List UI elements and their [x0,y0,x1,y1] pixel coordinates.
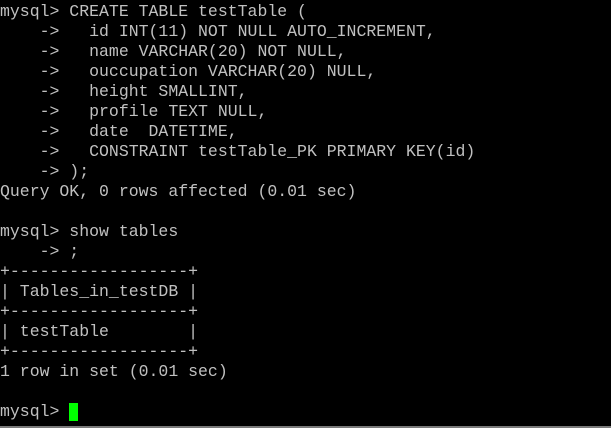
window-bottom-edge [0,426,611,435]
query-result-message: Query OK, 0 rows affected (0.01 sec) [0,182,357,201]
console-line: -> ); [0,162,90,181]
console-line: -> profile TEXT NULL, [0,102,268,121]
text-cursor [69,403,79,421]
console-line: -> height SMALLINT, [0,82,248,101]
console-line: -> CONSTRAINT testTable_PK PRIMARY KEY(i… [0,142,476,161]
result-table-header: | Tables_in_testDB | [0,282,199,301]
console-line: -> id INT(11) NOT NULL AUTO_INCREMENT, [0,22,436,41]
console-line: -> ; [0,242,80,261]
console-line: mysql> CREATE TABLE testTable ( [0,2,307,21]
console-line: mysql> show tables [0,222,179,241]
query-result-message: 1 row in set (0.01 sec) [0,362,228,381]
result-table-border: +------------------+ [0,342,199,361]
console-output: mysql> CREATE TABLE testTable ( -> id IN… [0,2,475,422]
terminal-window[interactable]: mysql> CREATE TABLE testTable ( -> id IN… [0,0,611,426]
result-table-border: +------------------+ [0,302,199,321]
blank-line [0,202,475,222]
console-line: -> date DATETIME, [0,122,238,141]
mysql-prompt: mysql> [0,402,70,421]
result-table-border: +------------------+ [0,262,199,281]
console-line: -> ouccupation VARCHAR(20) NULL, [0,62,377,81]
result-table-row: | testTable | [0,322,199,341]
prompt-line[interactable]: mysql> [0,402,475,422]
blank-line [0,382,475,402]
console-line: -> name VARCHAR(20) NOT NULL, [0,42,347,61]
